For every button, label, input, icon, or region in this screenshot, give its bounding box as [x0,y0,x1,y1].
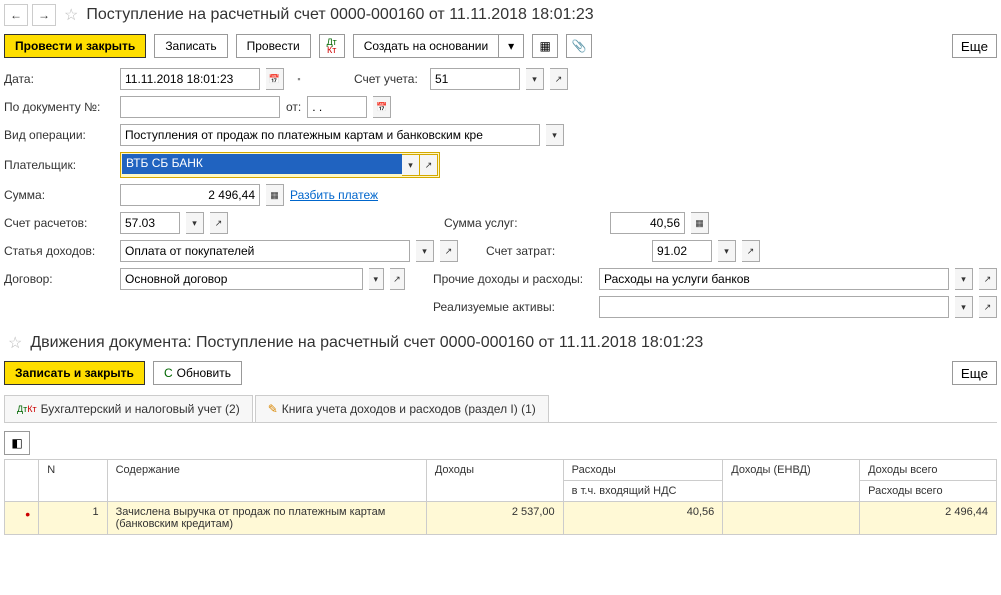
doc-num-input[interactable] [120,96,280,118]
service-sum-input[interactable] [610,212,685,234]
open-icon[interactable]: ↗ [979,296,997,318]
calendar-icon[interactable]: 📅 [373,96,391,118]
open-icon[interactable]: ↗ [210,212,228,234]
dropdown-icon[interactable]: ▾ [369,268,384,290]
save-button[interactable]: Записать [154,34,227,58]
dropdown-icon[interactable]: ▾ [402,154,420,176]
section-title: Движения документа: Поступление на расче… [30,334,703,352]
assets-input[interactable] [599,296,949,318]
tab-income-book[interactable]: ✎ Книга учета доходов и расходов (раздел… [255,395,549,422]
ot-label: от: [286,100,301,114]
dropdown-icon[interactable]: ▾ [546,124,564,146]
page-title: Поступление на расчетный счет 0000-00016… [86,6,593,24]
cost-acct-label: Счет затрат: [486,244,646,258]
table-row[interactable]: • 1 Зачислена выручка от продаж по плате… [5,502,997,535]
calc-icon[interactable]: ▦ [691,212,709,234]
nav-back-button[interactable]: ← [4,4,28,26]
col-income-total: Доходы всего [860,460,997,481]
contract-label: Договор: [4,272,114,286]
acct-calc-label: Счет расчетов: [4,216,114,230]
open-icon[interactable]: ↗ [390,268,405,290]
dropdown-icon[interactable]: ▾ [526,68,544,90]
create-based-button[interactable]: Создать на основании [353,34,499,58]
refresh-button[interactable]: С Обновить [153,361,242,385]
payer-input[interactable]: ВТБ СБ БАНК [122,154,402,174]
col-n: N [39,460,107,502]
income-item-label: Статья доходов: [4,244,114,258]
income-item-input[interactable] [120,240,410,262]
service-sum-label: Сумма услуг: [444,216,604,230]
contract-input[interactable] [120,268,363,290]
dtkt-button[interactable]: ДтКт [319,34,345,58]
cost-acct-input[interactable] [652,240,712,262]
col-income: Доходы [426,460,563,502]
col-expense-total: Расходы всего [860,481,997,502]
acct-calc-input[interactable] [120,212,180,234]
structure-button[interactable]: ▦ [532,34,558,58]
calc-icon[interactable]: ▦ [266,184,284,206]
tab-accounting[interactable]: ДтКт Бухгалтерский и налоговый учет (2) [4,395,253,422]
favorite-icon[interactable]: ☆ [8,333,22,353]
cell-envd-highlighted [723,502,860,535]
col-nds: в т.ч. входящий НДС [563,481,723,502]
calendar-icon[interactable]: 📅 [266,68,284,90]
post-and-close-button[interactable]: Провести и закрыть [4,34,146,58]
dropdown-icon[interactable]: ▾ [186,212,204,234]
col-content: Содержание [107,460,426,502]
other-label: Прочие доходы и расходы: [433,272,593,286]
cell-content: Зачислена выручка от продаж по платежным… [107,502,426,535]
split-payment-link[interactable]: Разбить платеж [290,188,378,202]
save-close-button[interactable]: Записать и закрыть [4,361,145,385]
sum-input[interactable] [120,184,260,206]
bullet-icon: • [25,506,30,522]
op-type-label: Вид операции: [4,128,114,142]
doc-date-input[interactable] [307,96,367,118]
open-icon[interactable]: ↗ [979,268,997,290]
date-action-icon[interactable]: ▪ [290,68,308,90]
dropdown-icon[interactable]: ▾ [955,296,973,318]
open-icon[interactable]: ↗ [742,240,760,262]
post-button[interactable]: Провести [236,34,311,58]
date-input[interactable] [120,68,260,90]
other-input[interactable] [599,268,949,290]
more-button[interactable]: Еще [952,361,997,385]
assets-label: Реализуемые активы: [433,300,593,314]
attach-button[interactable]: 📎 [566,34,592,58]
nav-forward-button[interactable]: → [32,4,56,26]
movements-table: N Содержание Доходы Расходы Доходы (ЕНВД… [4,459,997,535]
cell-n: 1 [39,502,107,535]
acct-ucheta-label: Счет учета: [354,72,424,86]
col-expense: Расходы [563,460,723,481]
open-icon[interactable]: ↗ [550,68,568,90]
toggle-icon[interactable]: ◧ [4,431,30,455]
open-icon[interactable]: ↗ [440,240,458,262]
cell-total: 2 496,44 [860,502,997,535]
payer-label: Плательщик: [4,158,114,172]
dropdown-icon[interactable]: ▾ [718,240,736,262]
op-type-input[interactable] [120,124,540,146]
dropdown-icon[interactable]: ▾ [955,268,973,290]
more-button[interactable]: Еще [952,34,997,58]
open-icon[interactable]: ↗ [420,154,438,176]
acct-ucheta-input[interactable] [430,68,520,90]
create-based-dropdown[interactable]: ▾ [498,34,524,58]
favorite-icon[interactable]: ☆ [64,5,78,25]
dropdown-icon[interactable]: ▾ [416,240,434,262]
col-income-envd: Доходы (ЕНВД) [723,460,860,502]
cell-income: 2 537,00 [426,502,563,535]
date-label: Дата: [4,72,114,86]
cell-expense: 40,56 [563,502,723,535]
doc-num-label: По документу №: [4,100,114,114]
sum-label: Сумма: [4,188,114,202]
